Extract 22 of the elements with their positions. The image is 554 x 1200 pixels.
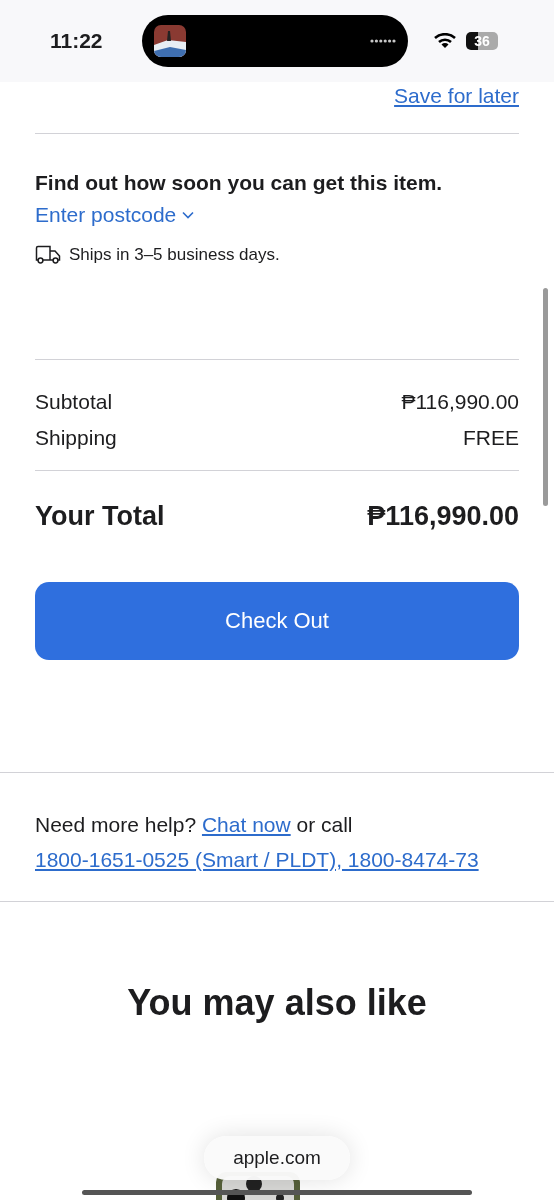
postcode-dropdown[interactable]: Enter postcode bbox=[35, 203, 195, 227]
wifi-icon bbox=[434, 33, 456, 49]
total-value: ₱116,990.00 bbox=[367, 501, 519, 532]
chevron-down-icon bbox=[182, 211, 195, 219]
url-bar[interactable]: apple.com bbox=[204, 1136, 350, 1180]
clock: 11:22 bbox=[50, 29, 104, 53]
summary-value: ₱116,990.00 bbox=[401, 390, 519, 414]
dots-icon bbox=[370, 39, 396, 43]
shipping-note: Ships in 3–5 business days. bbox=[69, 245, 280, 265]
summary-label: Subtotal bbox=[35, 390, 113, 414]
delivery-heading: Find out how soon you can get this item. bbox=[35, 171, 444, 195]
help-text: Need more help? Chat now or call 1800-1651-0525 (Smart / PLDT), 1800-8474-73 bbox=[34, 812, 480, 873]
summary-label: Shipping bbox=[35, 426, 117, 450]
chat-now-link[interactable]: Chat now bbox=[201, 813, 291, 836]
home-indicator[interactable] bbox=[82, 1190, 472, 1195]
total-label: Your Total bbox=[35, 501, 165, 532]
phone-link[interactable]: 1800-1651-0525 (Smart / PLDT), 1800-8474-73 bbox=[35, 848, 479, 871]
check-out-button[interactable]: Check Out bbox=[35, 582, 519, 660]
section-heading: You may also like bbox=[126, 982, 428, 1024]
summary-value: FREE bbox=[463, 426, 519, 450]
truck-icon bbox=[35, 245, 61, 265]
save-for-later-link[interactable]: Save for later bbox=[394, 84, 519, 108]
